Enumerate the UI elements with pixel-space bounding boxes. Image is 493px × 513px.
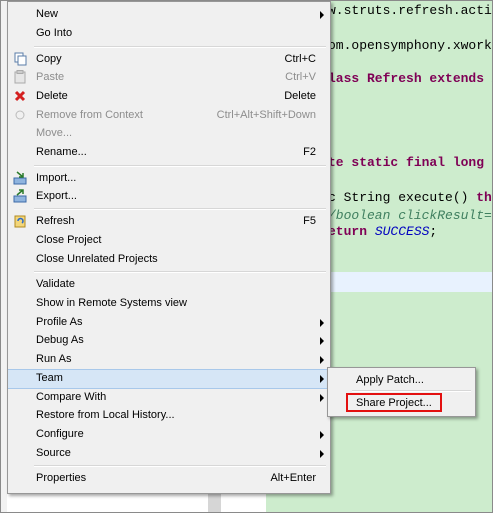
submenu-item-apply-patch[interactable]: Apply Patch... [328,371,475,390]
menu-item-debug-as[interactable]: Debug As [8,331,330,350]
submenu-arrow-icon [320,319,324,327]
menu-separator [352,390,471,392]
menu-item-new[interactable]: New [8,5,330,24]
screenshot-frame: w.struts.refresh.action om.opensymphony.… [0,0,493,513]
menu-item-delete[interactable]: Delete Delete [8,87,330,106]
menu-item-export[interactable]: Export... [8,187,330,206]
menu-item-show-in-remote-systems[interactable]: Show in Remote Systems view [8,294,330,313]
delete-icon [13,89,27,103]
paste-icon [13,70,27,84]
menu-item-source[interactable]: Source [8,444,330,463]
code-line-5: c String execute() thro [328,190,492,205]
submenu-arrow-icon [320,356,324,364]
code-line-4: te static final long [328,155,485,170]
menu-item-configure[interactable]: Configure [8,425,330,444]
refresh-icon [13,214,27,228]
menu-item-rename[interactable]: Rename... F2 [8,143,330,162]
import-icon [13,171,27,185]
code-line-6: /boolean clickResult=*/ [328,208,493,223]
menu-item-validate[interactable]: Validate [8,275,330,294]
submenu-arrow-icon [320,11,324,19]
menu-separator [34,271,326,273]
code-line-7: eturn SUCCESS; [328,224,438,239]
menu-item-go-into[interactable]: Go Into [8,24,330,43]
menu-item-remove-from-context[interactable]: Remove from Context Ctrl+Alt+Shift+Down [8,106,330,125]
menu-item-profile-as[interactable]: Profile As [8,313,330,332]
export-icon [13,189,27,203]
menu-item-compare-with[interactable]: Compare With [8,388,330,407]
submenu-arrow-icon [320,375,324,383]
submenu-arrow-icon [320,450,324,458]
menu-separator [34,208,326,210]
menu-item-restore-local-history[interactable]: Restore from Local History... [8,406,330,425]
code-line-2: om.opensymphony.xwork2.A [328,38,492,53]
remove-context-icon [13,108,27,122]
context-menu: New Go Into Copy Ctrl+C Paste Ctrl+V Delet… [7,1,331,494]
menu-item-import[interactable]: Import... [8,169,330,188]
menu-item-close-project[interactable]: Close Project [8,231,330,250]
menu-item-copy[interactable]: Copy Ctrl+C [8,50,330,69]
scrollbar-track[interactable] [208,491,221,512]
menu-separator [34,165,326,167]
menu-item-paste[interactable]: Paste Ctrl+V [8,68,330,87]
menu-item-run-as[interactable]: Run As [8,350,330,369]
highlight-annotation-box [346,393,442,412]
menu-item-close-unrelated-projects[interactable]: Close Unrelated Projects [8,250,330,269]
menu-item-refresh[interactable]: Refresh F5 [8,212,330,231]
menu-item-properties[interactable]: Properties Alt+Enter [8,469,330,488]
menu-separator [34,46,326,48]
menu-separator [34,465,326,467]
submenu-arrow-icon [320,394,324,402]
menu-item-team[interactable]: Team [8,369,330,389]
copy-icon [13,52,27,66]
team-submenu: Apply Patch... Share Project... [327,367,476,417]
submenu-arrow-icon [320,337,324,345]
submenu-arrow-icon [320,431,324,439]
code-line-1: w.struts.refresh.action [328,3,493,18]
code-line-3: lass Refresh extends Ac [328,71,492,86]
menu-item-move[interactable]: Move... [8,124,330,143]
